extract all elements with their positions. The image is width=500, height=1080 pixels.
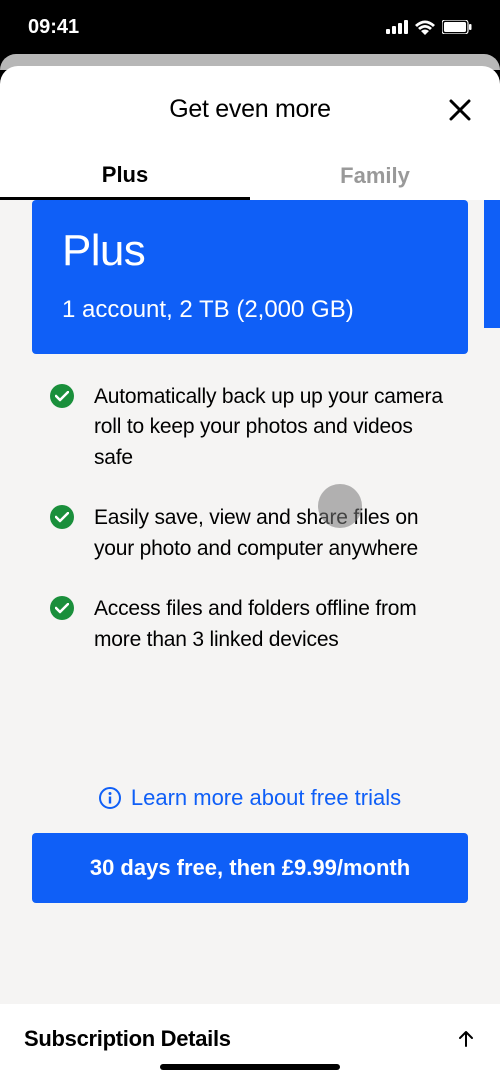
home-indicator[interactable]	[160, 1064, 340, 1070]
feature-text: Easily save, view and share files on you…	[94, 503, 450, 564]
check-icon	[50, 384, 74, 408]
check-icon	[50, 505, 74, 529]
details-label: Subscription Details	[24, 1026, 231, 1052]
feature-item: Automatically back up up your camera rol…	[50, 382, 450, 473]
plan-sub: 1 account, 2 TB (2,000 GB)	[62, 296, 438, 324]
close-button[interactable]	[444, 94, 476, 126]
plan-name: Plus	[62, 226, 438, 276]
feature-list: Automatically back up up your camera rol…	[32, 354, 468, 655]
modal-title: Get even more	[169, 95, 330, 124]
plan-tabs: Plus Family	[0, 152, 500, 200]
feature-text: Access files and folders offline from mo…	[94, 594, 450, 655]
arrow-up-icon	[456, 1029, 476, 1049]
status-indicators	[386, 19, 472, 35]
modal-header: Get even more	[0, 66, 500, 152]
signal-icon	[386, 20, 408, 34]
feature-item: Access files and folders offline from mo…	[50, 594, 450, 655]
check-icon	[50, 596, 74, 620]
learn-more-link[interactable]: Learn more about free trials	[32, 785, 468, 811]
battery-icon	[442, 20, 472, 34]
wifi-icon	[414, 19, 436, 35]
plan-card[interactable]: Plus 1 account, 2 TB (2,000 GB)	[32, 200, 468, 354]
status-time: 09:41	[28, 16, 79, 39]
plan-content: Plus 1 account, 2 TB (2,000 GB) Automati…	[0, 200, 500, 1080]
feature-text: Automatically back up up your camera rol…	[94, 382, 450, 473]
upgrade-modal: Get even more Plus Family Plus 1 account…	[0, 66, 500, 1080]
next-card-peek[interactable]	[484, 200, 500, 328]
tab-family[interactable]: Family	[250, 152, 500, 200]
status-bar: 09:41	[0, 0, 500, 54]
close-icon	[449, 99, 471, 121]
tab-plus[interactable]: Plus	[0, 152, 250, 200]
subscribe-button[interactable]: 30 days free, then £9.99/month	[32, 833, 468, 903]
learn-more-text: Learn more about free trials	[131, 785, 401, 811]
feature-item: Easily save, view and share files on you…	[50, 503, 450, 564]
info-icon	[99, 787, 121, 809]
